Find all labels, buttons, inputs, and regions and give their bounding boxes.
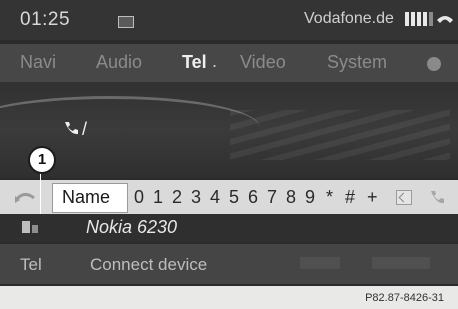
sms-icon	[118, 16, 134, 28]
menu-item-navi[interactable]: Navi	[20, 52, 56, 73]
char-key[interactable]: 8	[286, 187, 296, 208]
handset-icon	[437, 16, 453, 23]
back-icon[interactable]	[14, 190, 36, 204]
carrier-name: Vodafone.de	[304, 10, 394, 27]
status-bar: 01:25 Vodafone.de	[0, 0, 458, 40]
menu-item-video[interactable]: Video	[240, 52, 286, 73]
active-menu-marker: .	[212, 51, 218, 71]
number-input[interactable]: /	[82, 119, 87, 140]
connect-device-button[interactable]: Connect device	[90, 255, 207, 275]
disabled-option	[300, 257, 340, 269]
disabled-option	[372, 257, 430, 269]
clock: 01:25	[20, 9, 71, 30]
display-screen: 01:25 Vodafone.de Navi Audio Tel . Video…	[0, 0, 458, 286]
char-key[interactable]: 7	[267, 187, 277, 208]
clear-icon[interactable]	[396, 190, 412, 205]
character-bar: Name 0 1 2 3 4 5 6 7 8 9 * # +	[0, 180, 458, 214]
device-row: Nokia 6230	[0, 214, 458, 242]
char-key[interactable]: 2	[172, 187, 182, 208]
phone-icon	[65, 122, 78, 135]
char-key[interactable]: 0	[134, 187, 144, 208]
main-menu: Navi Audio Tel . Video System	[0, 44, 458, 82]
name-option[interactable]: Name	[62, 187, 110, 208]
menu-item-audio[interactable]: Audio	[96, 52, 142, 73]
callout-marker: 1	[28, 146, 56, 174]
device-name: Nokia 6230	[86, 217, 178, 237]
char-key[interactable]: *	[326, 187, 333, 208]
tel-button[interactable]: Tel	[20, 255, 42, 275]
callout-leader-line	[40, 172, 41, 214]
menu-item-system[interactable]: System	[327, 52, 387, 73]
char-key[interactable]: 1	[153, 187, 163, 208]
call-icon[interactable]	[428, 189, 446, 205]
menu-item-tel[interactable]: Tel	[182, 52, 207, 73]
figure-reference: P82.87-8426-31	[365, 292, 444, 304]
char-key[interactable]: 3	[191, 187, 201, 208]
signal-strength-icon	[405, 12, 433, 26]
char-key[interactable]: 4	[210, 187, 220, 208]
char-key[interactable]: 9	[305, 187, 315, 208]
char-key[interactable]: 5	[229, 187, 239, 208]
char-key[interactable]: 6	[248, 187, 258, 208]
mobile-phone-icon	[22, 221, 38, 233]
char-key[interactable]: #	[345, 187, 355, 208]
background-texture	[230, 110, 450, 160]
menu-circle-icon[interactable]	[427, 57, 441, 71]
char-key[interactable]: +	[367, 187, 378, 208]
bottom-bar: Tel Connect device	[0, 244, 458, 284]
